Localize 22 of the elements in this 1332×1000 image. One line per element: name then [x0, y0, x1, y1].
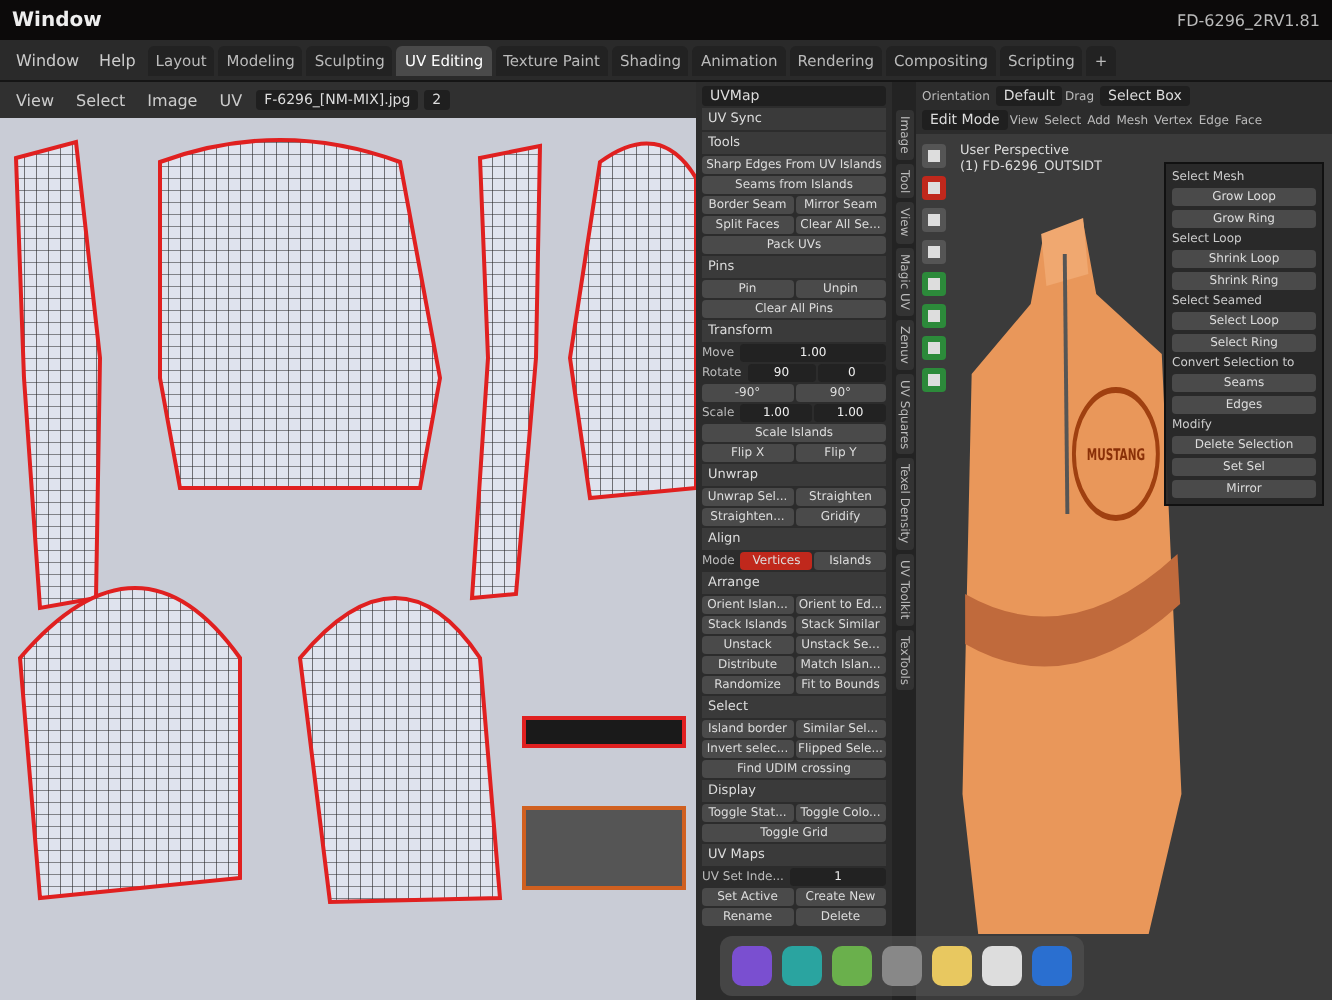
tool-icon[interactable] — [920, 270, 948, 298]
app-icon[interactable] — [982, 946, 1022, 986]
tool-icon[interactable] — [920, 366, 948, 394]
menu-item[interactable]: Window — [8, 51, 88, 69]
file-name: FD-6296_2RV1.81 — [1176, 11, 1320, 29]
app-icon[interactable] — [832, 946, 872, 986]
menu-item[interactable]: View — [8, 91, 62, 109]
tool-icon[interactable] — [920, 206, 948, 234]
menu-item[interactable]: Select — [67, 91, 134, 109]
tool-icon[interactable] — [920, 302, 948, 330]
tool-icon[interactable] — [920, 142, 948, 170]
tool-icon[interactable] — [920, 238, 948, 266]
window-title: Window — [12, 9, 102, 31]
tool-icon[interactable] — [920, 174, 948, 202]
logo-text: MUSTANG — [1086, 445, 1145, 465]
app-icon[interactable] — [932, 946, 972, 986]
tool-icon[interactable] — [920, 334, 948, 362]
app-icon[interactable] — [782, 946, 822, 986]
app-icon[interactable] — [882, 946, 922, 986]
menu-item[interactable]: UV — [211, 91, 251, 109]
menu-item[interactable]: Help — [91, 51, 144, 69]
menu-item[interactable]: Image — [139, 91, 206, 109]
